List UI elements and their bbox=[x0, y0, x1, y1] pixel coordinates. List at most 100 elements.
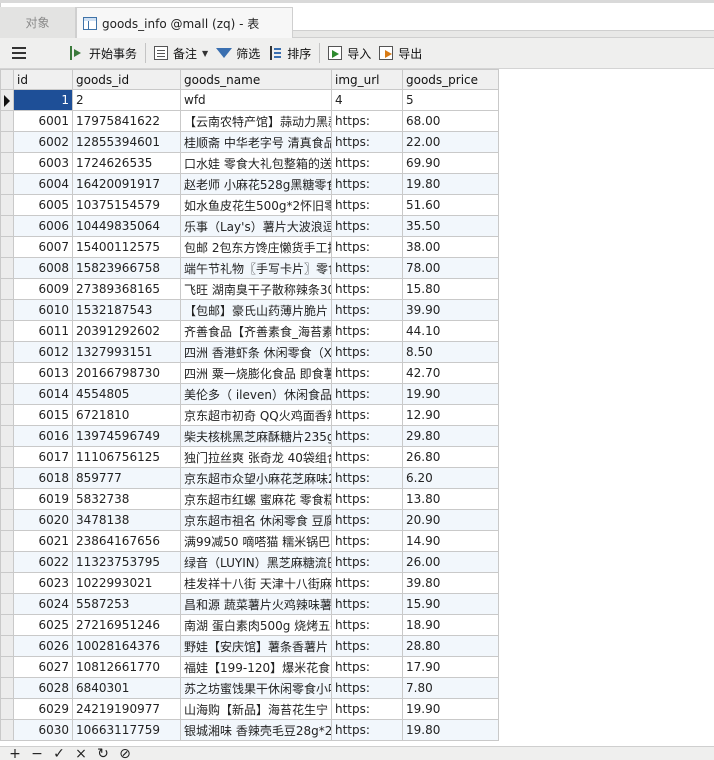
cell-img-url[interactable]: https: bbox=[331, 131, 403, 153]
cell-goods-id[interactable]: 27216951246 bbox=[72, 614, 181, 636]
cell-goods-price[interactable]: 5 bbox=[402, 89, 499, 111]
cell-goods-price[interactable]: 22.00 bbox=[402, 131, 499, 153]
cell-goods-price[interactable]: 78.00 bbox=[402, 257, 499, 279]
cell-goods-id[interactable]: 1724626535 bbox=[72, 152, 181, 174]
row-header[interactable] bbox=[0, 89, 14, 111]
cell-goods-name[interactable]: 昌和源 蔬菜薯片火鸡辣味薯 bbox=[180, 593, 332, 615]
table-row[interactable]: 6028 6840301 苏之坊蜜饯果干休闲零食小吗 https: 7.80 bbox=[0, 677, 499, 699]
row-header[interactable] bbox=[0, 446, 14, 468]
cell-goods-id[interactable]: 13974596749 bbox=[72, 425, 181, 447]
cell-img-url[interactable]: https: bbox=[331, 719, 403, 741]
cell-img-url[interactable]: https: bbox=[331, 635, 403, 657]
cell-goods-name[interactable]: 四洲 粟一烧膨化食品 即食薯 bbox=[180, 362, 332, 384]
cell-goods-name[interactable]: 【包邮】豪氏山药薄片脆片 bbox=[180, 299, 332, 321]
table-row[interactable]: 6011 20391292602 齐善食品【齐善素食_海苔素 https: 44.10 bbox=[0, 320, 499, 342]
export-button[interactable]: 导出 bbox=[375, 41, 426, 65]
table-row[interactable]: 6010 1532187543 【包邮】豪氏山药薄片脆片 https: 39.90 bbox=[0, 299, 499, 321]
table-row[interactable]: 6020 3478138 京东超市祖名 休闲零食 豆腐 https: 20.90 bbox=[0, 509, 499, 531]
cell-id[interactable]: 6008 bbox=[13, 257, 73, 279]
cell-id[interactable]: 6002 bbox=[13, 131, 73, 153]
cell-goods-price[interactable]: 19.90 bbox=[402, 698, 499, 720]
row-header[interactable] bbox=[0, 530, 14, 552]
cell-id[interactable]: 6006 bbox=[13, 215, 73, 237]
cell-goods-price[interactable]: 6.20 bbox=[402, 467, 499, 489]
filter-button[interactable]: 筛选 bbox=[212, 41, 264, 65]
cell-goods-price[interactable]: 39.80 bbox=[402, 572, 499, 594]
cell-goods-id[interactable]: 23864167656 bbox=[72, 530, 181, 552]
table-row[interactable]: 6006 10449835064 乐事（Lay's）薯片大波浪逗 https: 35.5… bbox=[0, 215, 499, 237]
table-row[interactable]: 6017 11106756125 独门拉丝爽 张奇龙 40袋组合 https: 26.8… bbox=[0, 446, 499, 468]
cell-id[interactable]: 6011 bbox=[13, 320, 73, 342]
row-header[interactable] bbox=[0, 341, 14, 363]
cell-img-url[interactable]: https: bbox=[331, 278, 403, 300]
row-header[interactable] bbox=[0, 614, 14, 636]
cell-img-url[interactable]: https: bbox=[331, 614, 403, 636]
cell-goods-price[interactable]: 7.80 bbox=[402, 677, 499, 699]
table-row[interactable]: 6018 859777 京东超市众望小麻花芝麻味2 https: 6.20 bbox=[0, 467, 499, 489]
table-row[interactable]: 6022 11323753795 绿音（LUYIN）黑芝麻糖流巴 https: 26.0… bbox=[0, 551, 499, 573]
cell-goods-id[interactable]: 12855394601 bbox=[72, 131, 181, 153]
table-row[interactable]: 6024 5587253 昌和源 蔬菜薯片火鸡辣味薯 https: 15.90 bbox=[0, 593, 499, 615]
cell-id[interactable]: 6015 bbox=[13, 404, 73, 426]
cell-id[interactable]: 6021 bbox=[13, 530, 73, 552]
row-header[interactable] bbox=[0, 383, 14, 405]
cell-img-url[interactable]: https: bbox=[331, 593, 403, 615]
cell-id[interactable]: 6026 bbox=[13, 635, 73, 657]
cell-id[interactable]: 6018 bbox=[13, 467, 73, 489]
cell-id[interactable]: 6001 bbox=[13, 110, 73, 132]
cell-goods-price[interactable]: 20.90 bbox=[402, 509, 499, 531]
row-header[interactable] bbox=[0, 635, 14, 657]
cell-img-url[interactable]: https: bbox=[331, 194, 403, 216]
table-row[interactable]: 6025 27216951246 南湖 蛋白素肉500g 烧烤五香 https: 18.… bbox=[0, 614, 499, 636]
sort-button[interactable]: 排序 bbox=[264, 41, 315, 65]
cell-goods-id[interactable]: 24219190977 bbox=[72, 698, 181, 720]
cell-goods-name[interactable]: 如水鱼皮花生500g*2怀旧零 bbox=[180, 194, 332, 216]
cell-goods-name[interactable]: 美伦多（ ileven）休闲食品 bbox=[180, 383, 332, 405]
row-header[interactable] bbox=[0, 488, 14, 510]
row-header[interactable] bbox=[0, 551, 14, 573]
row-header[interactable] bbox=[0, 677, 14, 699]
cell-id[interactable]: 6024 bbox=[13, 593, 73, 615]
cell-goods-id[interactable]: 20166798730 bbox=[72, 362, 181, 384]
cell-id[interactable]: 6003 bbox=[13, 152, 73, 174]
cell-id[interactable]: 6007 bbox=[13, 236, 73, 258]
cell-img-url[interactable]: https: bbox=[331, 656, 403, 678]
cell-goods-name[interactable]: 赵老师 小麻花528g黑糖零食 bbox=[180, 173, 332, 195]
cell-goods-price[interactable]: 18.90 bbox=[402, 614, 499, 636]
row-header[interactable] bbox=[0, 110, 14, 132]
cell-goods-price[interactable]: 15.90 bbox=[402, 593, 499, 615]
cell-goods-id[interactable]: 2 bbox=[72, 89, 181, 111]
cell-goods-name[interactable]: 京东超市祖名 休闲零食 豆腐 bbox=[180, 509, 332, 531]
cell-goods-name[interactable]: 齐善食品【齐善素食_海苔素 bbox=[180, 320, 332, 342]
table-row[interactable]: 6012 1327993151 四洲 香港虾条 休闲零食（X https: 8.50 bbox=[0, 341, 499, 363]
cell-img-url[interactable]: https: bbox=[331, 530, 403, 552]
cell-img-url[interactable]: 4 bbox=[331, 89, 403, 111]
cell-id[interactable]: 6004 bbox=[13, 173, 73, 195]
cell-goods-name[interactable]: 银城湘味 香辣壳毛豆28g*20 bbox=[180, 719, 332, 741]
cell-goods-id[interactable]: 16420091917 bbox=[72, 173, 181, 195]
cell-goods-name[interactable]: 绿音（LUYIN）黑芝麻糖流巴 bbox=[180, 551, 332, 573]
cell-img-url[interactable]: https: bbox=[331, 341, 403, 363]
table-row[interactable]: 6001 17975841622 【云南农特产馆】蒜动力黑蒜 https: 68.00 bbox=[0, 110, 499, 132]
cell-img-url[interactable]: https: bbox=[331, 425, 403, 447]
cell-goods-price[interactable]: 26.00 bbox=[402, 551, 499, 573]
cell-img-url[interactable]: https: bbox=[331, 152, 403, 174]
cell-id[interactable]: 6014 bbox=[13, 383, 73, 405]
row-header[interactable] bbox=[0, 299, 14, 321]
cell-goods-price[interactable]: 39.90 bbox=[402, 299, 499, 321]
cell-goods-id[interactable]: 5832738 bbox=[72, 488, 181, 510]
cell-goods-name[interactable]: 桂顺斋 中华老字号 清真食品 bbox=[180, 131, 332, 153]
table-row[interactable]: 6008 15823966758 端午节礼物〖手写卡片〗零食 https: 78.00 bbox=[0, 257, 499, 279]
table-row[interactable]: 6005 10375154579 如水鱼皮花生500g*2怀旧零 https: 51.6… bbox=[0, 194, 499, 216]
cell-goods-name[interactable]: 包邮 2包东方馋庄懒货手工推 bbox=[180, 236, 332, 258]
row-header[interactable] bbox=[0, 362, 14, 384]
table-row[interactable]: 6027 10812661770 福娃【199-120】爆米花食品 https: 17.… bbox=[0, 656, 499, 678]
cell-goods-id[interactable]: 11106756125 bbox=[72, 446, 181, 468]
import-button[interactable]: 导入 bbox=[324, 41, 375, 65]
cell-goods-name[interactable]: 口水娃 零食大礼包整箱的送 bbox=[180, 152, 332, 174]
row-header[interactable] bbox=[0, 719, 14, 741]
cell-goods-name[interactable]: 山海购【新品】海苔花生宁 bbox=[180, 698, 332, 720]
cell-goods-id[interactable]: 6721810 bbox=[72, 404, 181, 426]
cell-id[interactable]: 6027 bbox=[13, 656, 73, 678]
cell-goods-name[interactable]: 柴夫核桃黑芝麻酥糖片235g bbox=[180, 425, 332, 447]
